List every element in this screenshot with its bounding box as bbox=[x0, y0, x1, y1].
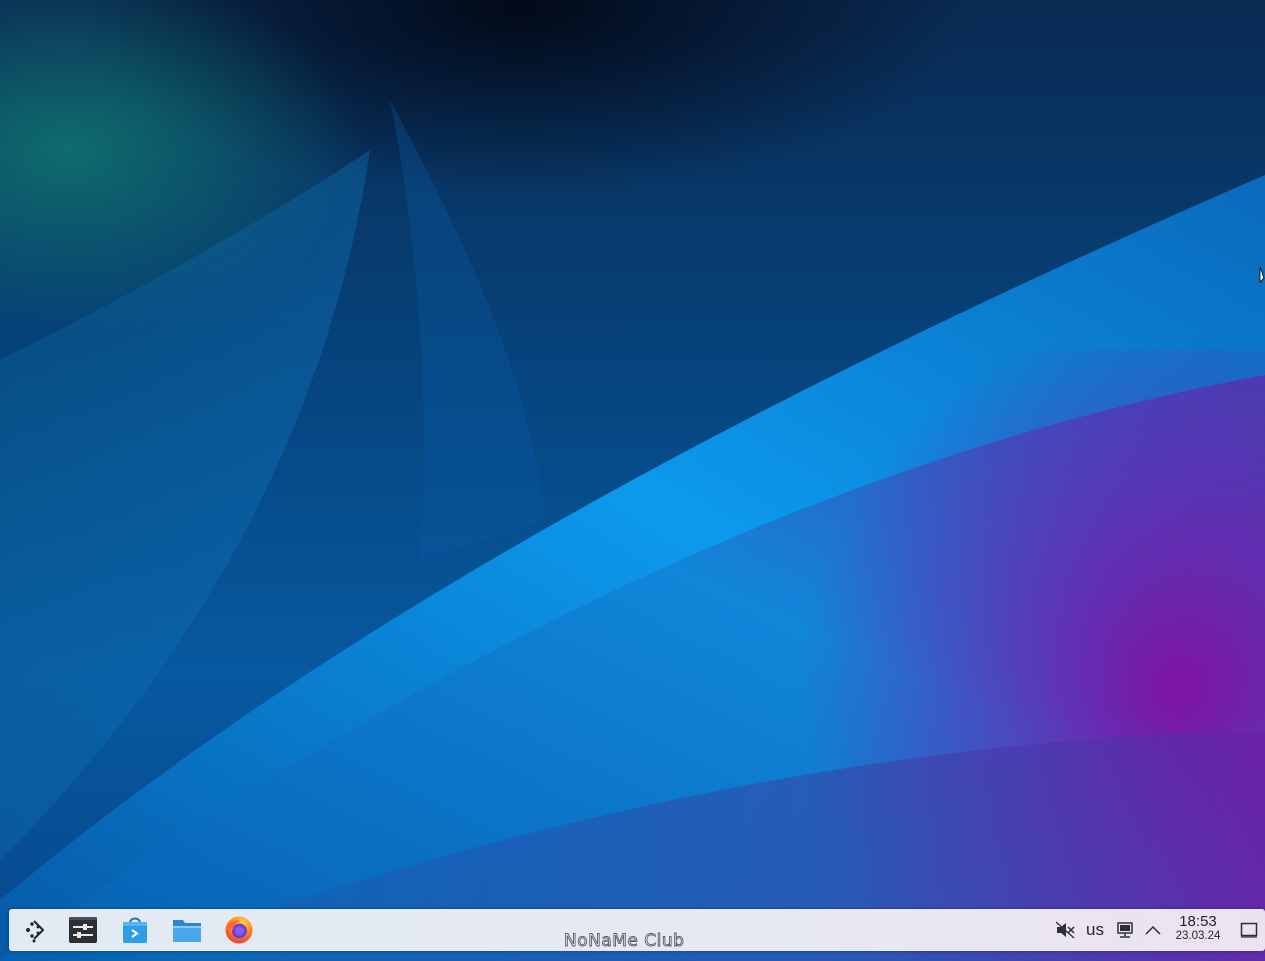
clock-time: 18:53 bbox=[1179, 913, 1217, 930]
digital-clock[interactable]: 18:53 23.03.24 bbox=[1167, 913, 1229, 947]
chevron-up-icon bbox=[1145, 925, 1161, 935]
shopping-bag-icon bbox=[123, 917, 147, 943]
volume-button[interactable] bbox=[1052, 916, 1078, 944]
system-tray-expand-button[interactable] bbox=[1142, 916, 1164, 944]
settings-sliders-icon bbox=[69, 917, 97, 943]
volume-muted-icon bbox=[1055, 921, 1075, 939]
firefox-button[interactable] bbox=[221, 914, 257, 946]
kde-launcher-icon bbox=[26, 920, 45, 943]
keyboard-layout-indicator[interactable]: us bbox=[1081, 916, 1109, 944]
clock-date: 23.03.24 bbox=[1175, 930, 1221, 942]
application-launcher-button[interactable] bbox=[17, 914, 53, 946]
wallpaper-graphic bbox=[0, 100, 1265, 961]
system-settings-button[interactable] bbox=[65, 914, 101, 946]
firefox-icon bbox=[225, 916, 253, 944]
discover-button[interactable] bbox=[117, 914, 153, 946]
dolphin-file-manager-button[interactable] bbox=[169, 914, 205, 946]
desktop-wallpaper[interactable]: NoNaMe Club us 18:53 23.03.24 bbox=[0, 0, 1265, 961]
network-button[interactable] bbox=[1113, 916, 1137, 944]
taskbar-panel: NoNaMe Club us 18:53 23.03.24 bbox=[9, 909, 1265, 951]
show-desktop-button[interactable] bbox=[1237, 916, 1261, 944]
keyboard-layout-label: us bbox=[1086, 920, 1104, 939]
watermark-text: NoNaMe Club bbox=[564, 931, 685, 952]
mouse-cursor-icon bbox=[1259, 267, 1265, 283]
folder-icon bbox=[173, 920, 201, 942]
network-wired-icon bbox=[1117, 922, 1133, 938]
show-desktop-icon bbox=[1240, 922, 1258, 938]
